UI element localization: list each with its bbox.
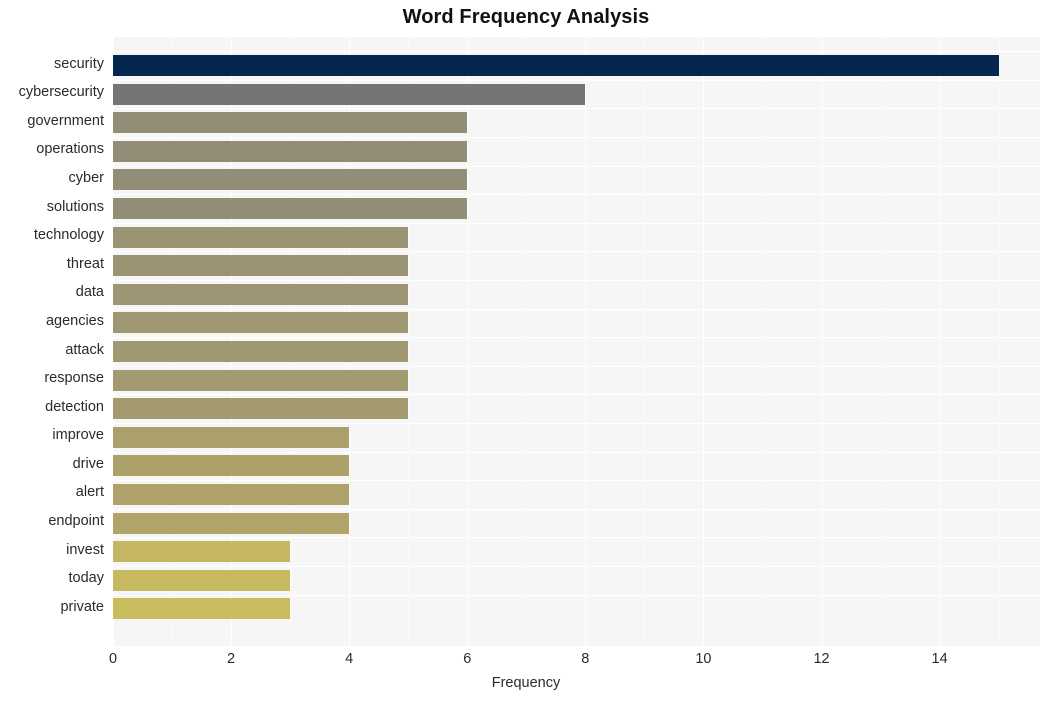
gridline-horizontal — [113, 394, 1040, 395]
y-tick-label-response: response — [44, 370, 104, 387]
y-tick-label-attack: attack — [65, 341, 104, 358]
bar-response[interactable] — [113, 370, 408, 391]
y-tick-label-cybersecurity: cybersecurity — [18, 84, 104, 101]
gridline-vertical — [939, 37, 941, 646]
bar-invest[interactable] — [113, 541, 290, 562]
gridline-horizontal — [113, 80, 1040, 81]
gridline-vertical-minor — [644, 37, 646, 646]
y-tick-label-government: government — [27, 112, 104, 129]
x-tick-label-2: 2 — [227, 651, 236, 667]
y-tick-label-technology: technology — [33, 227, 104, 244]
gridline-horizontal — [113, 366, 1040, 367]
gridline-vertical-minor — [526, 37, 528, 646]
y-tick-label-today: today — [68, 570, 104, 587]
y-tick-label-cyber: cyber — [68, 169, 104, 186]
gridline-horizontal — [113, 166, 1040, 167]
bar-security[interactable] — [113, 55, 999, 76]
gridline-horizontal — [113, 566, 1040, 567]
y-tick-label-detection: detection — [45, 398, 104, 415]
y-tick-label-drive: drive — [72, 455, 104, 472]
gridline-horizontal — [113, 480, 1040, 481]
bar-private[interactable] — [113, 598, 290, 619]
x-tick-label-14: 14 — [931, 651, 948, 667]
gridline-horizontal — [113, 537, 1040, 538]
bar-agencies[interactable] — [113, 312, 408, 333]
bar-operations[interactable] — [113, 141, 467, 162]
bar-drive[interactable] — [113, 455, 349, 476]
gridline-vertical — [703, 37, 705, 646]
x-tick-label-8: 8 — [581, 651, 590, 667]
bar-cybersecurity[interactable] — [113, 84, 585, 105]
y-tick-label-improve: improve — [52, 427, 104, 444]
gridline-vertical — [821, 37, 823, 646]
gridline-vertical — [467, 37, 469, 646]
gridline-vertical-minor — [762, 37, 764, 646]
plot-area — [113, 37, 1040, 646]
gridline-horizontal — [113, 452, 1040, 453]
y-tick-label-invest: invest — [66, 541, 104, 558]
y-tick-label-threat: threat — [66, 255, 104, 272]
word-frequency-chart: Word Frequency Analysis Frequency securi… — [0, 0, 1052, 701]
y-tick-label-solutions: solutions — [46, 198, 104, 215]
bar-threat[interactable] — [113, 255, 408, 276]
y-tick-label-private: private — [60, 598, 104, 615]
y-tick-label-endpoint: endpoint — [48, 513, 104, 530]
bar-alert[interactable] — [113, 484, 349, 505]
bar-attack[interactable] — [113, 341, 408, 362]
bar-technology[interactable] — [113, 227, 408, 248]
x-tick-label-6: 6 — [463, 651, 472, 667]
y-tick-label-security: security — [54, 55, 104, 72]
x-tick-label-10: 10 — [695, 651, 712, 667]
gridline-vertical — [585, 37, 587, 646]
y-tick-label-data: data — [75, 284, 104, 301]
gridline-horizontal — [113, 280, 1040, 281]
x-axis-label: Frequency — [491, 675, 561, 691]
gridline-horizontal — [113, 108, 1040, 109]
bar-data[interactable] — [113, 284, 408, 305]
gridline-horizontal — [113, 137, 1040, 138]
gridline-horizontal — [113, 194, 1040, 195]
bar-endpoint[interactable] — [113, 513, 349, 534]
gridline-horizontal — [113, 51, 1040, 52]
gridline-horizontal — [113, 509, 1040, 510]
bar-solutions[interactable] — [113, 198, 467, 219]
bar-cyber[interactable] — [113, 169, 467, 190]
bar-detection[interactable] — [113, 398, 408, 419]
bar-today[interactable] — [113, 570, 290, 591]
gridline-horizontal — [113, 223, 1040, 224]
bar-improve[interactable] — [113, 427, 349, 448]
gridline-horizontal — [113, 595, 1040, 596]
y-tick-label-agencies: agencies — [45, 312, 104, 329]
page-title: Word Frequency Analysis — [402, 6, 650, 28]
y-tick-label-alert: alert — [75, 484, 104, 501]
x-tick-label-12: 12 — [813, 651, 830, 667]
gridline-horizontal — [113, 423, 1040, 424]
x-tick-label-4: 4 — [345, 651, 354, 667]
gridline-horizontal — [113, 251, 1040, 252]
gridline-vertical-minor — [998, 37, 1000, 646]
gridline-horizontal — [113, 337, 1040, 338]
y-tick-label-operations: operations — [36, 141, 104, 158]
gridline-horizontal — [113, 309, 1040, 310]
x-tick-label-0: 0 — [108, 651, 118, 667]
gridline-vertical-minor — [880, 37, 882, 646]
bar-government[interactable] — [113, 112, 467, 133]
